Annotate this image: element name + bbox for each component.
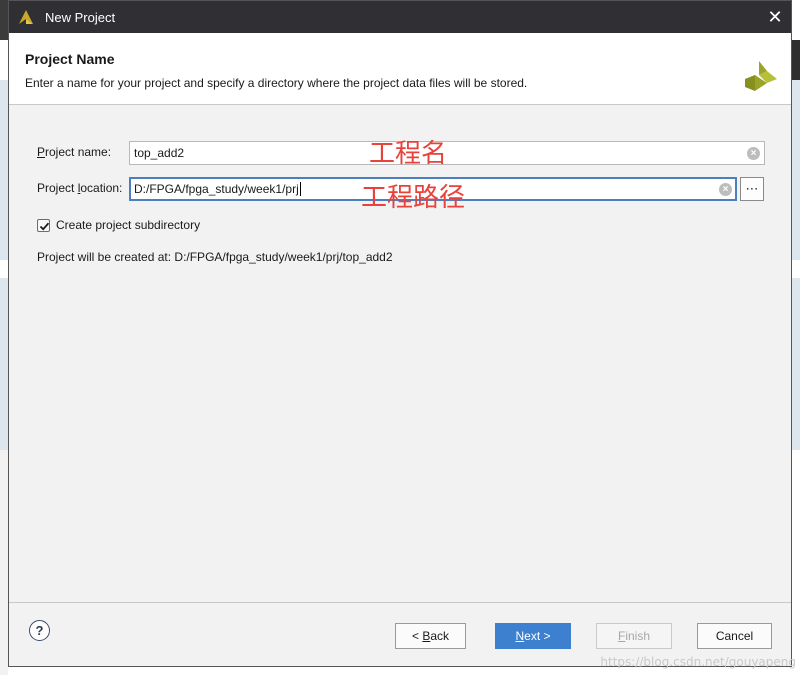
clear-icon[interactable]: × bbox=[747, 147, 760, 160]
page-description: Enter a name for your project and specif… bbox=[25, 76, 528, 90]
background-app-strip bbox=[792, 80, 800, 260]
watermark: https://blog.csdn.net/gouyapeng bbox=[600, 655, 796, 669]
text-cursor bbox=[299, 182, 301, 196]
xilinx-logo-icon bbox=[745, 61, 777, 91]
annotation-project-name: 工程名 bbox=[369, 139, 448, 169]
clear-icon[interactable]: × bbox=[719, 183, 732, 196]
created-at-text: Project will be created at: D:/FPGA/fpga… bbox=[37, 250, 393, 264]
background-app-strip bbox=[0, 0, 8, 40]
title-bar: New Project ✕ bbox=[9, 1, 791, 33]
next-button[interactable]: Next > bbox=[495, 623, 571, 649]
create-subdirectory-label: Create project subdirectory bbox=[56, 218, 201, 232]
close-icon: ✕ bbox=[767, 6, 783, 27]
background-app-strip bbox=[0, 278, 8, 450]
page-title: Project Name bbox=[25, 51, 115, 67]
project-name-value: top_add2 bbox=[134, 146, 185, 160]
form-area: Project name: top_add2 × 工程名 Project loc… bbox=[9, 105, 791, 625]
background-app-strip bbox=[792, 40, 800, 80]
back-button[interactable]: < Back bbox=[395, 623, 466, 649]
background-app-strip bbox=[0, 450, 8, 675]
new-project-dialog: New Project ✕ Project Name Enter a name … bbox=[8, 0, 792, 667]
page-header: Project Name Enter a name for your proje… bbox=[9, 33, 791, 105]
more-icon: ⋯ bbox=[745, 181, 759, 196]
project-location-value: D:/FPGA/fpga_study/week1/prj bbox=[134, 182, 299, 196]
create-subdirectory-row[interactable]: Create project subdirectory bbox=[37, 218, 200, 232]
vivado-logo-icon bbox=[19, 10, 33, 24]
help-button[interactable]: ? bbox=[29, 620, 50, 641]
project-name-row: Project name: bbox=[37, 145, 111, 159]
project-name-label: Project name: bbox=[37, 145, 112, 159]
background-app-strip bbox=[0, 80, 8, 260]
create-subdirectory-checkbox[interactable] bbox=[37, 218, 50, 232]
close-button[interactable]: ✕ bbox=[759, 1, 791, 33]
background-app-strip bbox=[792, 278, 800, 450]
project-location-label: Project location: bbox=[37, 181, 123, 195]
help-icon: ? bbox=[35, 623, 44, 638]
finish-button[interactable]: Finish bbox=[596, 623, 672, 649]
annotation-project-location: 工程路径 bbox=[361, 183, 466, 213]
project-location-row: Project location: bbox=[37, 181, 122, 195]
browse-button[interactable]: ⋯ bbox=[740, 177, 764, 201]
window-title: New Project bbox=[45, 9, 116, 25]
created-at-row: Project will be created at: D:/FPGA/fpga… bbox=[37, 250, 393, 264]
check-icon bbox=[39, 222, 50, 231]
cancel-button[interactable]: Cancel bbox=[697, 623, 772, 649]
